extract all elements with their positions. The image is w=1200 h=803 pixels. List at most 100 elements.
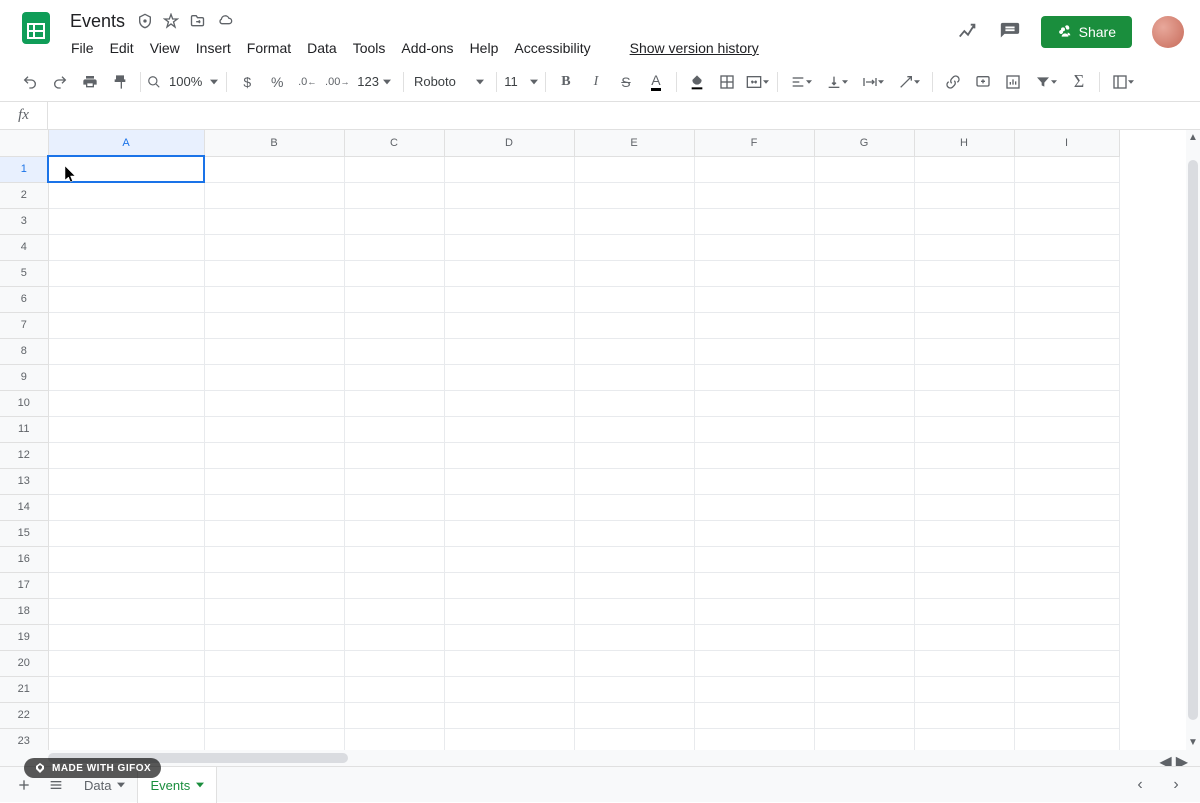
row-header[interactable]: 6 [0,286,48,312]
cell[interactable] [1014,416,1119,442]
wrap-icon[interactable] [856,68,890,96]
cell[interactable] [344,208,444,234]
cell[interactable] [444,364,574,390]
cell[interactable] [914,598,1014,624]
cell[interactable] [914,416,1014,442]
cell[interactable] [574,442,694,468]
menu-insert[interactable]: Insert [189,36,238,60]
cell[interactable] [814,546,914,572]
cell[interactable] [48,182,204,208]
cell[interactable] [204,390,344,416]
cell[interactable] [1014,546,1119,572]
cell[interactable] [914,676,1014,702]
row-header[interactable]: 22 [0,702,48,728]
tab-scroll-left-icon[interactable]: ‹ [1124,771,1156,799]
column-header[interactable]: B [204,130,344,156]
row-header[interactable]: 10 [0,390,48,416]
cell[interactable] [444,676,574,702]
menu-addons[interactable]: Add-ons [394,36,460,60]
cell[interactable] [344,546,444,572]
cell[interactable] [814,676,914,702]
cell[interactable] [694,494,814,520]
cell[interactable] [694,312,814,338]
cell[interactable] [204,338,344,364]
cell[interactable] [914,286,1014,312]
menu-file[interactable]: File [64,36,101,60]
cell[interactable] [914,442,1014,468]
shield-icon[interactable] [137,13,153,29]
cell[interactable] [48,260,204,286]
cell[interactable] [48,624,204,650]
cell[interactable] [204,182,344,208]
cell[interactable] [574,650,694,676]
row-header[interactable]: 12 [0,442,48,468]
row-header[interactable]: 11 [0,416,48,442]
cell[interactable] [1014,442,1119,468]
row-header[interactable]: 21 [0,676,48,702]
cell[interactable] [344,286,444,312]
cell[interactable] [694,286,814,312]
cell[interactable] [444,598,574,624]
cell[interactable] [694,598,814,624]
cell[interactable] [204,416,344,442]
row-header[interactable]: 18 [0,598,48,624]
column-header[interactable]: H [914,130,1014,156]
cell[interactable] [204,364,344,390]
cell[interactable] [694,546,814,572]
vertical-scrollbar[interactable]: ▲ ▼ [1186,130,1200,750]
cell[interactable] [694,650,814,676]
cell[interactable] [1014,156,1119,182]
cell[interactable] [574,156,694,182]
column-header[interactable]: E [574,130,694,156]
cell[interactable] [204,650,344,676]
menu-format[interactable]: Format [240,36,298,60]
cell[interactable] [444,546,574,572]
cell[interactable] [1014,234,1119,260]
cell[interactable] [444,650,574,676]
cell[interactable] [48,156,204,182]
cell[interactable] [204,676,344,702]
cell[interactable] [574,338,694,364]
text-color-icon[interactable]: A [642,68,670,96]
cell[interactable] [204,572,344,598]
cell[interactable] [204,624,344,650]
cell[interactable] [48,572,204,598]
insert-chart-icon[interactable] [999,68,1027,96]
cell[interactable] [694,676,814,702]
cell[interactable] [48,234,204,260]
cell[interactable] [814,598,914,624]
cell[interactable] [344,416,444,442]
cell[interactable] [574,520,694,546]
cell[interactable] [444,442,574,468]
cell[interactable] [914,702,1014,728]
cell[interactable] [48,494,204,520]
cell[interactable] [574,546,694,572]
cell[interactable] [814,182,914,208]
cell[interactable] [344,624,444,650]
cell[interactable] [444,416,574,442]
column-header[interactable]: I [1014,130,1119,156]
cell[interactable] [574,260,694,286]
formula-input[interactable] [48,102,1200,129]
cell[interactable] [574,390,694,416]
cell[interactable] [48,442,204,468]
v-align-icon[interactable] [820,68,854,96]
cell[interactable] [1014,338,1119,364]
increase-decimal-icon[interactable]: .00→ [323,68,351,96]
row-header[interactable]: 17 [0,572,48,598]
cell[interactable] [444,338,574,364]
column-header[interactable]: F [694,130,814,156]
cell[interactable] [574,234,694,260]
cell[interactable] [914,364,1014,390]
cell[interactable] [344,676,444,702]
cell[interactable] [814,338,914,364]
select-all-corner[interactable] [0,130,48,156]
cell[interactable] [814,234,914,260]
row-header[interactable]: 9 [0,364,48,390]
cell[interactable] [814,364,914,390]
account-avatar[interactable] [1152,16,1184,48]
cell[interactable] [204,546,344,572]
column-header[interactable]: A [48,130,204,156]
scroll-right-icon[interactable]: ▶ [1176,752,1188,766]
cell[interactable] [694,442,814,468]
